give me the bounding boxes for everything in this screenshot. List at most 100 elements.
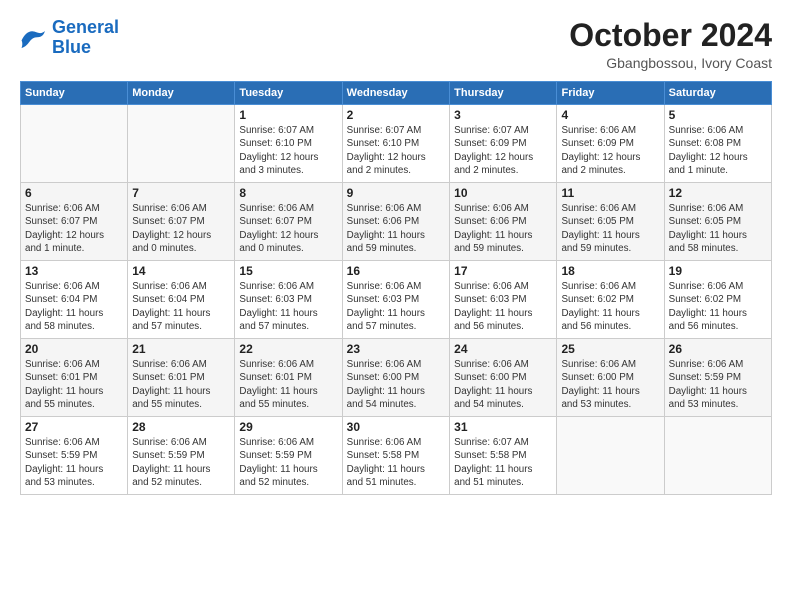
day-number: 14 (132, 264, 230, 278)
day-info: Sunrise: 6:07 AM Sunset: 6:10 PM Dayligh… (239, 124, 337, 177)
calendar-week-row: 6 Sunrise: 6:06 AM Sunset: 6:07 PM Daylig… (21, 183, 772, 261)
day-info: Sunrise: 6:06 AM Sunset: 6:01 PM Dayligh… (132, 358, 230, 411)
day-number: 27 (25, 420, 123, 434)
page: General Blue October 2024 Gbangbossou, I… (0, 0, 792, 612)
day-info: Sunrise: 6:06 AM Sunset: 6:07 PM Dayligh… (132, 202, 230, 255)
day-number: 29 (239, 420, 337, 434)
day-number: 5 (669, 108, 767, 122)
day-info: Sunrise: 6:06 AM Sunset: 6:03 PM Dayligh… (347, 280, 445, 333)
calendar-cell: 6 Sunrise: 6:06 AM Sunset: 6:07 PM Daylig… (21, 183, 128, 261)
calendar-cell: 15 Sunrise: 6:06 AM Sunset: 6:03 PM Dayli… (235, 261, 342, 339)
logo-text: General Blue (52, 18, 119, 58)
calendar-cell: 28 Sunrise: 6:06 AM Sunset: 5:59 PM Dayli… (128, 417, 235, 495)
col-saturday: Saturday (664, 82, 771, 105)
day-number: 24 (454, 342, 552, 356)
day-number: 21 (132, 342, 230, 356)
day-info: Sunrise: 6:06 AM Sunset: 5:58 PM Dayligh… (347, 436, 445, 489)
calendar-cell (664, 417, 771, 495)
day-info: Sunrise: 6:06 AM Sunset: 6:03 PM Dayligh… (239, 280, 337, 333)
calendar-cell: 19 Sunrise: 6:06 AM Sunset: 6:02 PM Dayli… (664, 261, 771, 339)
calendar-cell (128, 105, 235, 183)
day-number: 30 (347, 420, 445, 434)
day-number: 17 (454, 264, 552, 278)
calendar-cell: 13Sunrise: 6:06 AM Sunset: 6:04 PM Dayli… (21, 261, 128, 339)
calendar-cell: 1 Sunrise: 6:07 AM Sunset: 6:10 PM Daylig… (235, 105, 342, 183)
calendar-cell: 23 Sunrise: 6:06 AM Sunset: 6:00 PM Dayli… (342, 339, 449, 417)
day-number: 31 (454, 420, 552, 434)
title-block: October 2024 Gbangbossou, Ivory Coast (569, 18, 772, 71)
header: General Blue October 2024 Gbangbossou, I… (20, 18, 772, 71)
day-number: 6 (25, 186, 123, 200)
calendar-cell: 26Sunrise: 6:06 AM Sunset: 5:59 PM Dayli… (664, 339, 771, 417)
calendar-cell (557, 417, 664, 495)
col-thursday: Thursday (450, 82, 557, 105)
calendar-cell: 2 Sunrise: 6:07 AM Sunset: 6:10 PM Daylig… (342, 105, 449, 183)
calendar-week-row: 20 Sunrise: 6:06 AM Sunset: 6:01 PM Dayli… (21, 339, 772, 417)
day-number: 25 (561, 342, 659, 356)
day-number: 11 (561, 186, 659, 200)
calendar-week-row: 1 Sunrise: 6:07 AM Sunset: 6:10 PM Daylig… (21, 105, 772, 183)
day-number: 4 (561, 108, 659, 122)
day-info: Sunrise: 6:06 AM Sunset: 6:05 PM Dayligh… (561, 202, 659, 255)
col-wednesday: Wednesday (342, 82, 449, 105)
day-info: Sunrise: 6:06 AM Sunset: 6:06 PM Dayligh… (454, 202, 552, 255)
calendar-header-row: Sunday Monday Tuesday Wednesday Thursday… (21, 82, 772, 105)
calendar-week-row: 27 Sunrise: 6:06 AM Sunset: 5:59 PM Dayli… (21, 417, 772, 495)
logo-icon (20, 26, 48, 50)
day-info: Sunrise: 6:07 AM Sunset: 5:58 PM Dayligh… (454, 436, 552, 489)
day-info: Sunrise: 6:06 AM Sunset: 6:09 PM Dayligh… (561, 124, 659, 177)
day-number: 7 (132, 186, 230, 200)
subtitle: Gbangbossou, Ivory Coast (569, 55, 772, 71)
logo: General Blue (20, 18, 119, 58)
calendar-cell: 4 Sunrise: 6:06 AM Sunset: 6:09 PM Daylig… (557, 105, 664, 183)
day-number: 23 (347, 342, 445, 356)
day-number: 22 (239, 342, 337, 356)
calendar-cell: 8 Sunrise: 6:06 AM Sunset: 6:07 PM Daylig… (235, 183, 342, 261)
calendar-cell (21, 105, 128, 183)
day-number: 12 (669, 186, 767, 200)
calendar-cell: 9Sunrise: 6:06 AM Sunset: 6:06 PM Daylig… (342, 183, 449, 261)
day-info: Sunrise: 6:06 AM Sunset: 5:59 PM Dayligh… (25, 436, 123, 489)
calendar-cell: 21 Sunrise: 6:06 AM Sunset: 6:01 PM Dayli… (128, 339, 235, 417)
col-tuesday: Tuesday (235, 82, 342, 105)
col-monday: Monday (128, 82, 235, 105)
calendar-cell: 3 Sunrise: 6:07 AM Sunset: 6:09 PM Daylig… (450, 105, 557, 183)
calendar-cell: 5Sunrise: 6:06 AM Sunset: 6:08 PM Daylig… (664, 105, 771, 183)
day-number: 16 (347, 264, 445, 278)
day-info: Sunrise: 6:06 AM Sunset: 6:04 PM Dayligh… (132, 280, 230, 333)
day-info: Sunrise: 6:07 AM Sunset: 6:09 PM Dayligh… (454, 124, 552, 177)
day-info: Sunrise: 6:06 AM Sunset: 6:04 PM Dayligh… (25, 280, 123, 333)
calendar-cell: 27 Sunrise: 6:06 AM Sunset: 5:59 PM Dayli… (21, 417, 128, 495)
day-info: Sunrise: 6:06 AM Sunset: 6:05 PM Dayligh… (669, 202, 767, 255)
calendar-cell: 31 Sunrise: 6:07 AM Sunset: 5:58 PM Dayli… (450, 417, 557, 495)
day-number: 2 (347, 108, 445, 122)
day-number: 9 (347, 186, 445, 200)
calendar-cell: 16 Sunrise: 6:06 AM Sunset: 6:03 PM Dayli… (342, 261, 449, 339)
calendar-table: Sunday Monday Tuesday Wednesday Thursday… (20, 81, 772, 495)
day-info: Sunrise: 6:06 AM Sunset: 6:00 PM Dayligh… (454, 358, 552, 411)
day-number: 1 (239, 108, 337, 122)
calendar-cell: 22Sunrise: 6:06 AM Sunset: 6:01 PM Dayli… (235, 339, 342, 417)
calendar-cell: 17 Sunrise: 6:06 AM Sunset: 6:03 PM Dayli… (450, 261, 557, 339)
calendar-cell: 24 Sunrise: 6:06 AM Sunset: 6:00 PM Dayli… (450, 339, 557, 417)
day-info: Sunrise: 6:06 AM Sunset: 5:59 PM Dayligh… (132, 436, 230, 489)
day-number: 15 (239, 264, 337, 278)
day-info: Sunrise: 6:06 AM Sunset: 6:00 PM Dayligh… (347, 358, 445, 411)
day-info: Sunrise: 6:06 AM Sunset: 6:07 PM Dayligh… (25, 202, 123, 255)
calendar-cell: 25 Sunrise: 6:06 AM Sunset: 6:00 PM Dayli… (557, 339, 664, 417)
day-info: Sunrise: 6:06 AM Sunset: 5:59 PM Dayligh… (669, 358, 767, 411)
day-info: Sunrise: 6:06 AM Sunset: 6:07 PM Dayligh… (239, 202, 337, 255)
calendar-cell: 14 Sunrise: 6:06 AM Sunset: 6:04 PM Dayli… (128, 261, 235, 339)
col-sunday: Sunday (21, 82, 128, 105)
day-number: 19 (669, 264, 767, 278)
day-info: Sunrise: 6:06 AM Sunset: 6:02 PM Dayligh… (669, 280, 767, 333)
day-number: 8 (239, 186, 337, 200)
day-info: Sunrise: 6:06 AM Sunset: 6:03 PM Dayligh… (454, 280, 552, 333)
day-info: Sunrise: 6:06 AM Sunset: 6:00 PM Dayligh… (561, 358, 659, 411)
day-number: 3 (454, 108, 552, 122)
main-title: October 2024 (569, 18, 772, 53)
calendar-week-row: 13Sunrise: 6:06 AM Sunset: 6:04 PM Dayli… (21, 261, 772, 339)
day-info: Sunrise: 6:07 AM Sunset: 6:10 PM Dayligh… (347, 124, 445, 177)
day-number: 28 (132, 420, 230, 434)
day-number: 20 (25, 342, 123, 356)
